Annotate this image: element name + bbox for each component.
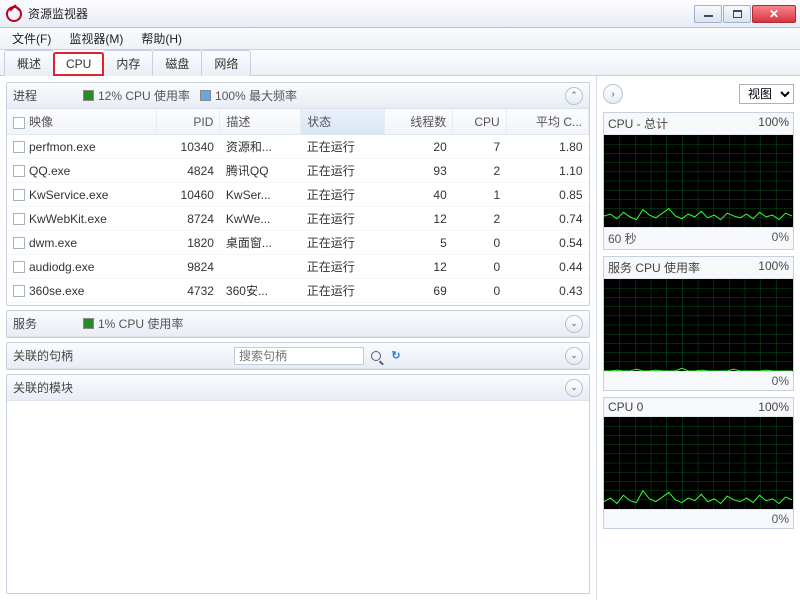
app-icon xyxy=(6,6,22,22)
window-title: 资源监视器 xyxy=(28,5,693,22)
cpu-chart: CPU 0 100% 0% xyxy=(603,397,794,529)
checkbox[interactable] xyxy=(13,117,25,129)
table-row[interactable]: dwm.exe 1820桌面窗...正在运行 500.54 xyxy=(7,231,589,255)
chart-title: 服务 CPU 使用率 xyxy=(608,259,700,276)
checkbox[interactable] xyxy=(13,237,25,249)
modules-title: 关联的模块 xyxy=(13,379,73,396)
search-input[interactable] xyxy=(234,347,364,365)
col-threads[interactable]: 线程数 xyxy=(384,109,452,135)
tab-cpu[interactable]: CPU xyxy=(53,52,104,76)
max-freq-stat: 100% 最大频率 xyxy=(200,87,297,104)
expand-button[interactable]: ⌄ xyxy=(565,347,583,365)
tabbar: 概述 CPU 内存 磁盘 网络 xyxy=(0,50,800,76)
menu-help[interactable]: 帮助(H) xyxy=(133,28,190,49)
titlebar: 资源监视器 ✕ xyxy=(0,0,800,28)
col-pid[interactable]: PID xyxy=(157,109,220,135)
cpu-usage-stat: 12% CPU 使用率 xyxy=(83,87,190,104)
refresh-icon[interactable]: ↻ xyxy=(388,348,404,364)
col-cpu[interactable]: CPU xyxy=(453,109,506,135)
chart-min: 0% xyxy=(772,512,789,526)
table-row[interactable]: audiodg.exe 9824正在运行 1200.44 xyxy=(7,255,589,279)
chart-title: CPU - 总计 xyxy=(608,115,668,132)
maximize-button[interactable] xyxy=(723,5,751,23)
handles-panel: 关联的句柄 ↻ ⌄ xyxy=(6,342,590,370)
cpu-chart: 服务 CPU 使用率 100% 0% xyxy=(603,256,794,391)
services-panel: 服务 1% CPU 使用率 ⌄ xyxy=(6,310,590,338)
chart-max: 100% xyxy=(758,115,789,132)
chart-title: CPU 0 xyxy=(608,400,643,414)
collapse-button[interactable]: ⌃ xyxy=(565,87,583,105)
minimize-button[interactable] xyxy=(694,5,722,23)
chart-min: 0% xyxy=(772,230,789,247)
processes-title: 进程 xyxy=(13,87,73,104)
chart-max: 100% xyxy=(758,259,789,276)
tab-disk[interactable]: 磁盘 xyxy=(152,50,202,76)
modules-panel: 关联的模块 ⌄ xyxy=(6,374,590,594)
table-row[interactable]: 360se.exe 9768360安...正在运行 900.43 xyxy=(7,303,589,306)
menu-monitor[interactable]: 监视器(M) xyxy=(61,28,131,49)
chart-min: 0% xyxy=(772,374,789,388)
chart-xlabel: 60 秒 xyxy=(608,230,637,247)
checkbox[interactable] xyxy=(13,189,25,201)
menu-file[interactable]: 文件(F) xyxy=(4,28,59,49)
cpu-chart: CPU - 总计 100% 60 秒 0% xyxy=(603,112,794,250)
checkbox[interactable] xyxy=(13,165,25,177)
col-status[interactable]: 状态 xyxy=(301,109,385,135)
menubar: 文件(F) 监视器(M) 帮助(H) xyxy=(0,28,800,50)
square-icon xyxy=(83,318,94,329)
expand-button[interactable]: ⌄ xyxy=(565,315,583,333)
process-table: 映像 PID 描述 状态 线程数 CPU 平均 C... perfmon.exe… xyxy=(7,109,589,305)
checkbox[interactable] xyxy=(13,213,25,225)
search-icon[interactable] xyxy=(368,348,384,364)
view-select[interactable]: 视图 xyxy=(739,84,794,104)
processes-panel: 进程 12% CPU 使用率 100% 最大频率 ⌃ 映像 PID 描述 状态 … xyxy=(6,82,590,306)
table-row[interactable]: QQ.exe 4824腾讯QQ正在运行 9321.10 xyxy=(7,159,589,183)
tab-overview[interactable]: 概述 xyxy=(4,50,54,76)
checkbox[interactable] xyxy=(13,141,25,153)
handles-title: 关联的句柄 xyxy=(13,347,73,364)
chart-nav-button[interactable]: › xyxy=(603,84,623,104)
checkbox[interactable] xyxy=(13,285,25,297)
square-icon xyxy=(83,90,94,101)
col-desc[interactable]: 描述 xyxy=(220,109,301,135)
table-row[interactable]: KwService.exe 10460KwSer...正在运行 4010.85 xyxy=(7,183,589,207)
table-row[interactable]: KwWebKit.exe 8724KwWe...正在运行 1220.74 xyxy=(7,207,589,231)
col-avg[interactable]: 平均 C... xyxy=(506,109,588,135)
services-cpu-stat: 1% CPU 使用率 xyxy=(83,315,183,332)
services-title: 服务 xyxy=(13,315,73,332)
expand-button[interactable]: ⌄ xyxy=(565,379,583,397)
col-image[interactable]: 映像 xyxy=(7,109,157,135)
chart-max: 100% xyxy=(758,400,789,414)
tab-network[interactable]: 网络 xyxy=(201,50,251,76)
checkbox[interactable] xyxy=(13,261,25,273)
square-icon xyxy=(200,90,211,101)
table-row[interactable]: perfmon.exe 10340资源和...正在运行 2071.80 xyxy=(7,135,589,159)
tab-memory[interactable]: 内存 xyxy=(103,50,153,76)
table-row[interactable]: 360se.exe 4732360安...正在运行 6900.43 xyxy=(7,279,589,303)
close-button[interactable]: ✕ xyxy=(752,5,796,23)
